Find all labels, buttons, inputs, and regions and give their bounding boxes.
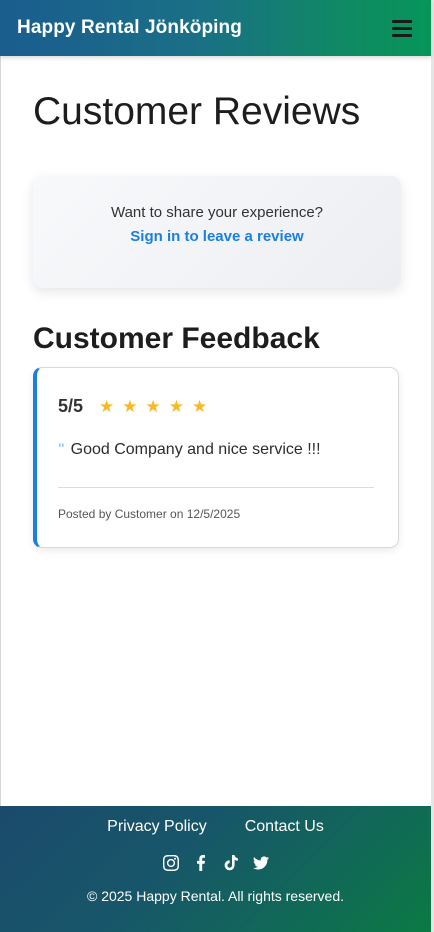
navbar: Happy Rental Jönköping [0,0,431,56]
tiktok-icon[interactable] [223,855,239,871]
sign-in-review-link[interactable]: Sign in to leave a review [33,228,401,245]
hamburger-menu-icon[interactable] [392,19,412,37]
social-links [0,855,431,871]
page-title: Customer Reviews [33,90,361,133]
footer: Privacy Policy Contact Us © 2025 Happy R… [0,806,431,932]
star-icon: ★ [192,397,208,416]
quote-icon: " [58,440,65,456]
review-card: 5/5 ★ ★ ★ ★ ★ " Good Company and nice servic… [33,367,399,548]
star-icon: ★ [168,397,185,416]
feedback-section-title: Customer Feedback [33,322,320,355]
star-icon: ★ [122,397,138,416]
star-icon: ★ [99,397,115,416]
rating-row: 5/5 ★ ★ ★ ★ ★ [58,396,207,417]
hamburger-line [392,26,412,30]
instagram-icon[interactable] [162,855,179,871]
star-icon: ★ [145,397,161,416]
privacy-policy-link[interactable]: Privacy Policy [107,818,207,836]
rating-value: 5/5 [58,396,84,416]
star-rating: ★ ★ ★ ★ ★ [99,398,207,415]
review-cta-box: Want to share your experience? Sign in t… [33,176,401,288]
review-quote: " Good Company and nice service !!! [58,440,321,459]
cta-text: Want to share your experience? [110,204,324,221]
hamburger-line [392,19,412,23]
hamburger-line [392,33,412,37]
contact-us-link[interactable]: Contact Us [245,818,324,836]
footer-links: Privacy Policy Contact Us [0,818,431,836]
facebook-icon[interactable] [193,855,209,871]
copyright-text: © 2025 Happy Rental. All rights reserved… [86,888,344,904]
brand-logo-text[interactable]: Happy Rental Jönköping [17,17,242,39]
review-text: Good Company and nice service !!! [70,441,321,458]
divider [58,487,374,488]
twitter-icon[interactable] [252,855,269,871]
review-meta: Posted by Customer on 12/5/2025 [58,507,241,521]
